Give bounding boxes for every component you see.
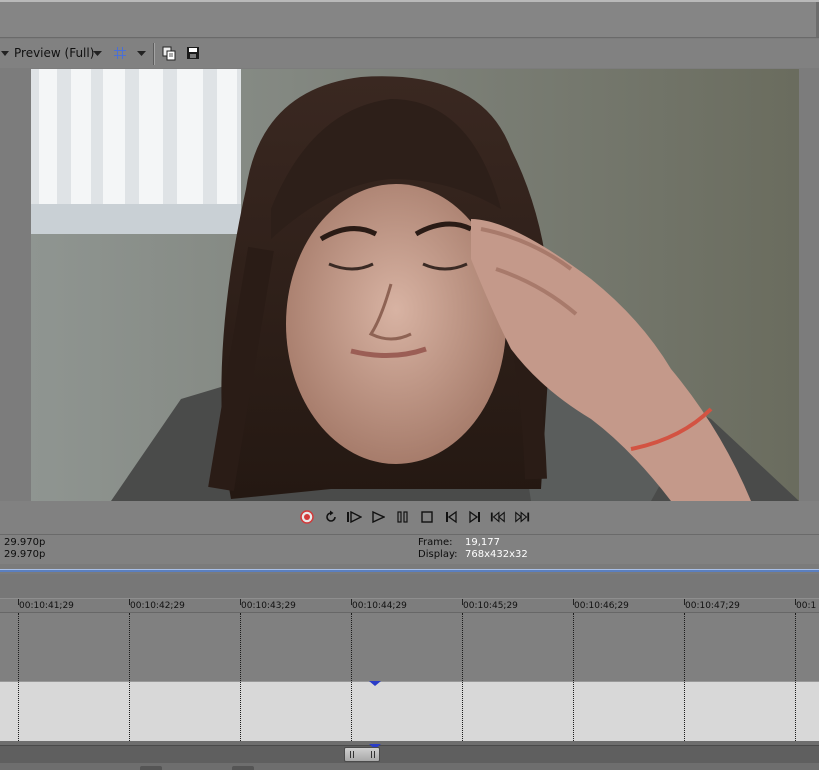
timeline-gridline <box>129 613 130 743</box>
grip-icon <box>350 751 375 758</box>
preview-quality-dropdown-icon[interactable] <box>93 45 102 61</box>
preview-quality-select[interactable]: Preview (Full) <box>14 46 94 60</box>
frame-label: Frame: <box>418 537 453 548</box>
go-to-start-icon[interactable] <box>490 509 506 525</box>
ruler-tick-label: 00:10:47;29 <box>685 601 740 611</box>
transport-controls <box>0 501 819 534</box>
frame-value: 19,177 <box>465 537 500 548</box>
ruler-tick-label: 00:10:46;29 <box>574 601 629 611</box>
ruler-tick-label: 00:10:44;29 <box>352 601 407 611</box>
video-preview-frame[interactable] <box>31 69 799 501</box>
track-lower-area[interactable] <box>0 681 819 741</box>
ruler-tick-label: 00:10:42;29 <box>130 601 185 611</box>
go-to-end-icon[interactable] <box>514 509 530 525</box>
timeline-gridline <box>795 613 796 743</box>
grid-overlay-icon[interactable] <box>112 45 128 61</box>
track-upper-area[interactable] <box>0 613 819 681</box>
timeline-gridline <box>240 613 241 743</box>
pane-divider-accent <box>0 569 819 572</box>
save-snapshot-icon[interactable] <box>185 45 201 61</box>
toolbar-separator <box>153 43 155 65</box>
timeline-gridline <box>18 613 19 743</box>
window-top-strip <box>0 0 819 38</box>
toolbar-leading-caret-icon[interactable] <box>1 45 9 61</box>
timeline-gridline <box>573 613 574 743</box>
display-label: Display: <box>418 549 458 560</box>
timeline-gridline <box>684 613 685 743</box>
ruler-tick-label: 00:1 <box>796 601 817 611</box>
grid-overlay-dropdown-icon[interactable] <box>137 45 146 61</box>
timeline-ruler[interactable]: 00:10:41;29 00:10:42;29 00:10:43;29 00:1… <box>0 598 819 613</box>
copy-snapshot-icon[interactable] <box>161 45 177 61</box>
ruler-tick-label: 00:10:45;29 <box>463 601 518 611</box>
project-rate: 29.970p <box>4 537 46 548</box>
ruler-tick-label: 00:10:43;29 <box>241 601 296 611</box>
timeline-gridline <box>351 613 352 743</box>
play-from-start-icon[interactable] <box>346 509 362 525</box>
next-frame-icon[interactable] <box>467 509 483 525</box>
stop-icon[interactable] <box>419 509 435 525</box>
preview-toolbar: Preview (Full) <box>0 39 819 68</box>
display-value: 768x432x32 <box>465 549 528 560</box>
preview-rate: 29.970p <box>4 549 46 560</box>
timeline-scrollbar[interactable] <box>0 745 819 763</box>
timeline-scroll-thumb[interactable] <box>344 747 380 762</box>
loop-playback-icon[interactable] <box>323 509 339 525</box>
previous-frame-icon[interactable] <box>443 509 459 525</box>
play-icon[interactable] <box>370 509 386 525</box>
playhead-marker-icon[interactable] <box>369 681 381 686</box>
timeline-gridline <box>462 613 463 743</box>
pause-icon[interactable] <box>395 509 411 525</box>
video-frame-image <box>31 69 799 501</box>
bottom-control-stub[interactable] <box>140 766 162 770</box>
timeline-header-space <box>0 574 819 598</box>
record-icon[interactable] <box>299 509 315 525</box>
bottom-control-stub[interactable] <box>232 766 254 770</box>
ruler-tick-label: 00:10:41;29 <box>19 601 74 611</box>
preview-info-bar: 29.970p 29.970p Frame: 19,177 Display: 7… <box>0 534 819 564</box>
